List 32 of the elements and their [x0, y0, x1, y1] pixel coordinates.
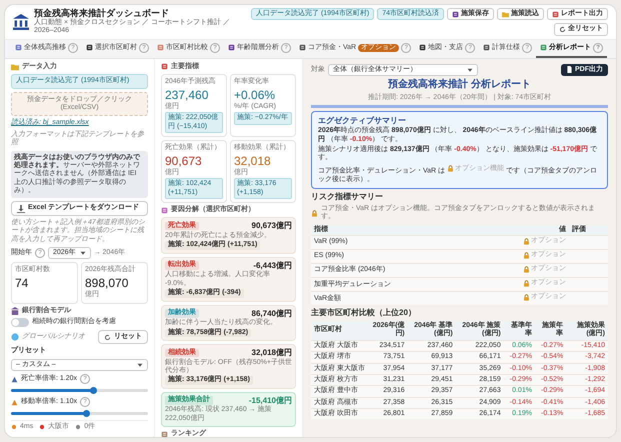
caret-icon: [137, 362, 143, 368]
caret-icon: [80, 250, 86, 256]
lock-icon: [522, 266, 530, 273]
tab-icon: [15, 44, 22, 52]
tab-icon: [86, 44, 93, 52]
toggle-switch[interactable]: [11, 318, 29, 327]
lock-icon: [522, 294, 530, 301]
refresh-icon: [559, 26, 566, 34]
folder-icon: [11, 62, 19, 71]
lock-icon: [311, 210, 318, 217]
lock-icon: [522, 238, 530, 245]
lock-icon: [447, 165, 454, 172]
refresh-icon: [104, 334, 111, 341]
tab-icon: [157, 44, 164, 52]
bank-icon: [11, 306, 19, 315]
caret-icon: [467, 66, 473, 73]
download-icon: [17, 204, 25, 213]
tab-icon: [419, 44, 426, 52]
document-icon: [566, 66, 573, 74]
folder-icon: [502, 10, 509, 18]
lock-icon: [522, 280, 530, 287]
tab-icon: [483, 44, 490, 52]
bank-icon: [13, 14, 29, 30]
section-title: 主要市区町村比較（上位20）: [311, 308, 417, 318]
report-title: 預金残高将来推計 分析レポート: [387, 79, 532, 92]
tab-icon: [228, 44, 235, 52]
tab-icon: [299, 44, 306, 52]
section-title: リスク指標サマリー: [311, 192, 384, 202]
lock-icon: [522, 252, 530, 259]
app-title: 預金残高将来推計ダッシュボード: [34, 8, 170, 18]
tab-icon: [540, 44, 548, 52]
summary-title: エグゼクティブサマリー: [318, 116, 407, 126]
